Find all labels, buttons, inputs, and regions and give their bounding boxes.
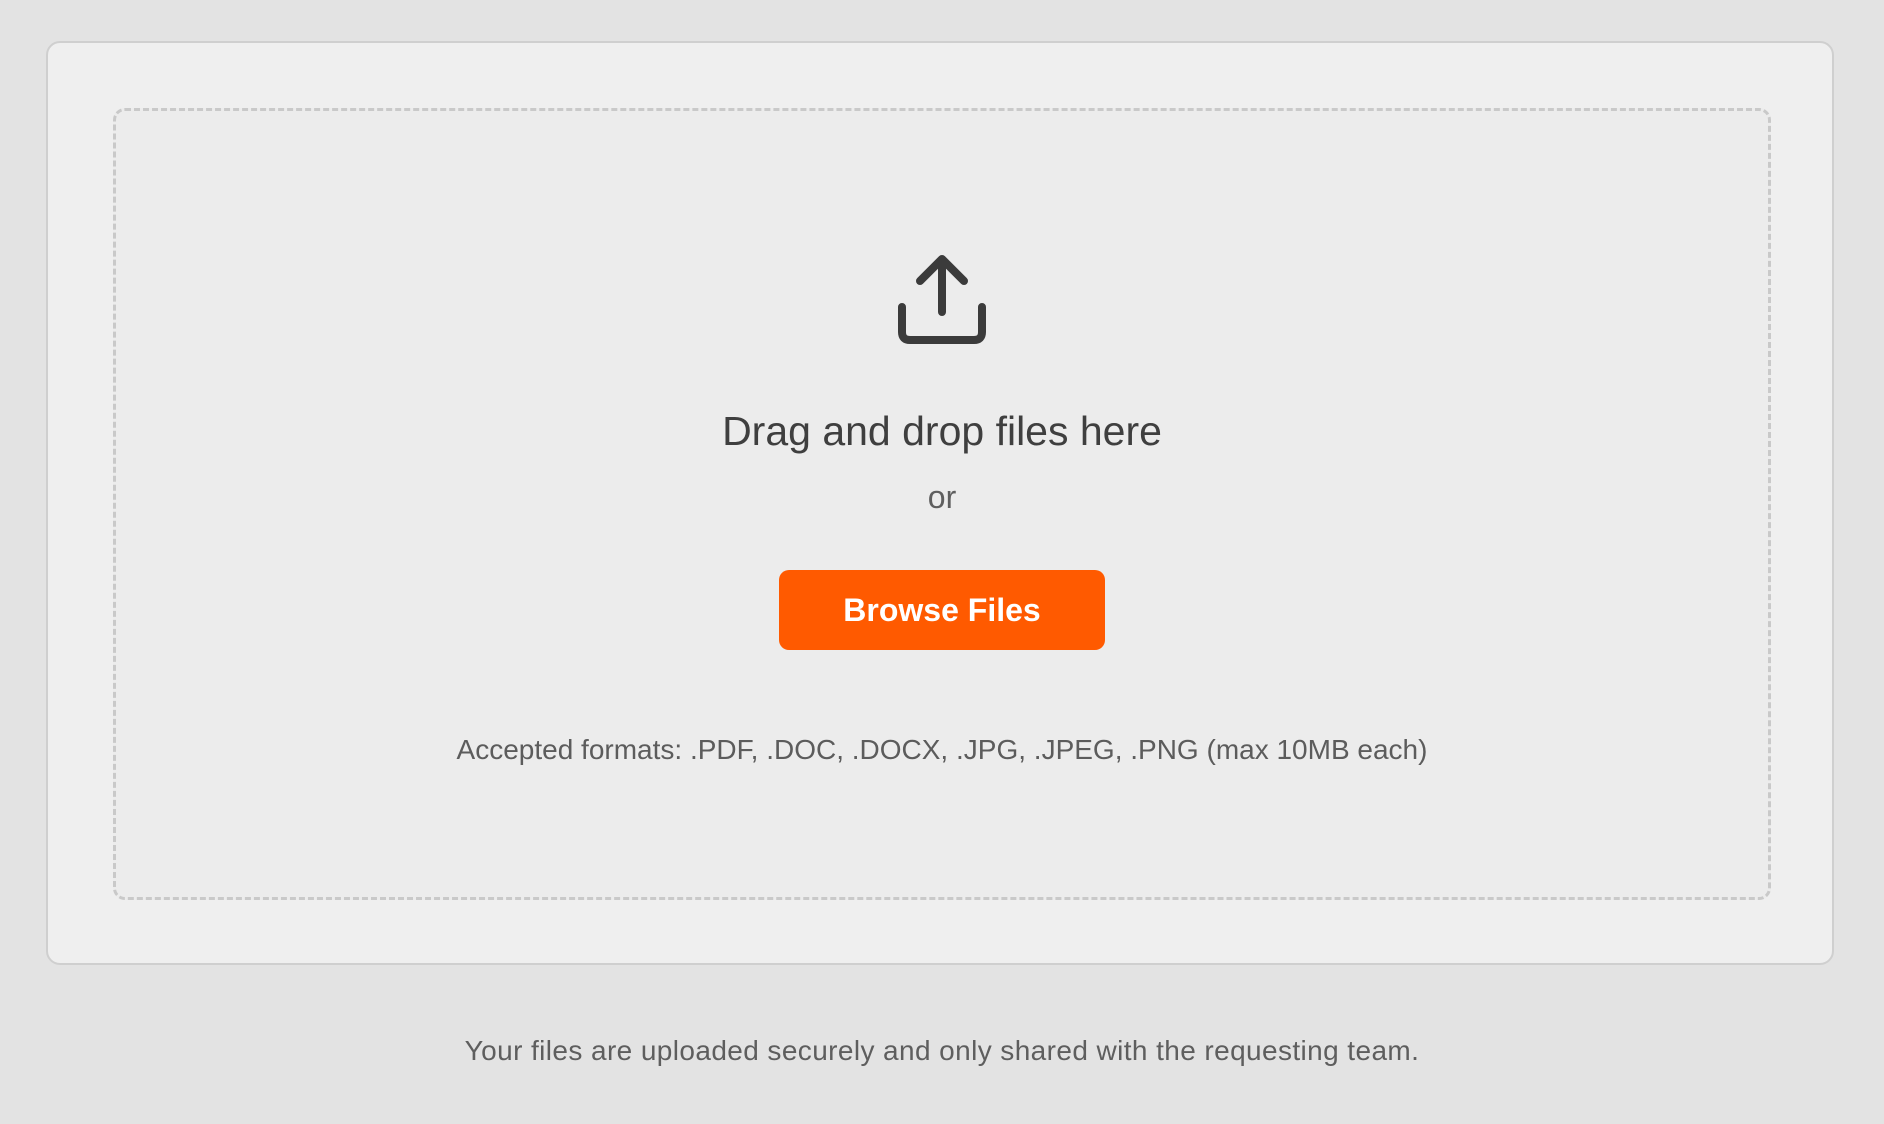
or-separator: or (927, 479, 957, 515)
security-note: Your files are uploaded securely and onl… (464, 1035, 1420, 1066)
dropzone-title: Drag and drop files here (722, 408, 1162, 454)
upload-card: Drag and drop files here or Browse Files… (46, 41, 1834, 965)
browse-files-button[interactable]: Browse Files (779, 570, 1105, 650)
file-dropzone[interactable]: Drag and drop files here or Browse Files… (113, 108, 1771, 900)
upload-icon (892, 250, 992, 350)
accepted-formats-text: Accepted formats: .PDF, .DOC, .DOCX, .JP… (456, 734, 1428, 765)
